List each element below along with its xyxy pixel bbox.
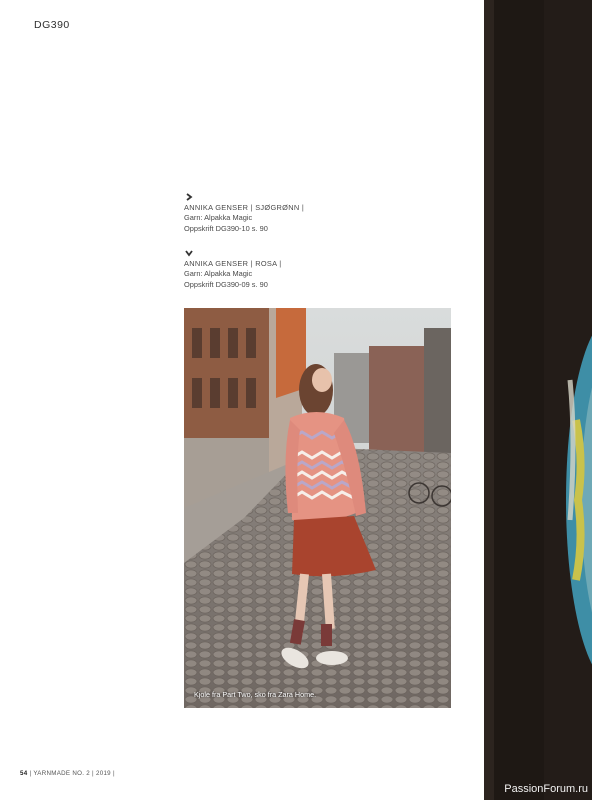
- pattern-code: DG390: [34, 19, 70, 31]
- caption-title: ANNIKA GENSER | SJØGRØNN |: [184, 203, 305, 212]
- caption-title: ANNIKA GENSER | ROSA |: [184, 259, 282, 268]
- page-number: 54: [20, 770, 28, 777]
- adjacent-page-photo: PassionForum.ru: [484, 0, 592, 800]
- publication-info: | YARNMADE NO. 2 | 2019 |: [29, 770, 115, 777]
- arrow-right-icon: [186, 193, 193, 201]
- arrow-down-icon: [185, 250, 193, 257]
- caption-pattern: Oppskrift DG390-10 s. 90: [184, 223, 268, 233]
- caption-pattern: Oppskrift DG390-09 s. 90: [184, 279, 268, 289]
- page-footer: 54 | YARNMADE NO. 2 | 2019 |: [20, 770, 115, 777]
- caption-yarn: Garn: Alpakka Magic: [184, 213, 253, 223]
- knit-detail-illustration: [484, 0, 592, 800]
- caption-yarn: Garn: Alpakka Magic: [184, 269, 253, 279]
- caption-block-rosa: ANNIKA GENSER | ROSA | Garn: Alpakka Mag…: [184, 248, 282, 290]
- watermark: PassionForum.ru: [504, 783, 588, 795]
- caption-block-sjogronn: ANNIKA GENSER | SJØGRØNN | Garn: Alpakka…: [184, 192, 304, 234]
- street-photo: Kjole fra Part Two, sko fra Zara Home.: [184, 308, 451, 708]
- photo-caption: Kjole fra Part Two, sko fra Zara Home.: [194, 690, 317, 699]
- street-scene-illustration: [184, 308, 451, 708]
- magazine-page: DG390 ANNIKA GENSER | SJØGRØNN | Garn: A…: [0, 0, 484, 800]
